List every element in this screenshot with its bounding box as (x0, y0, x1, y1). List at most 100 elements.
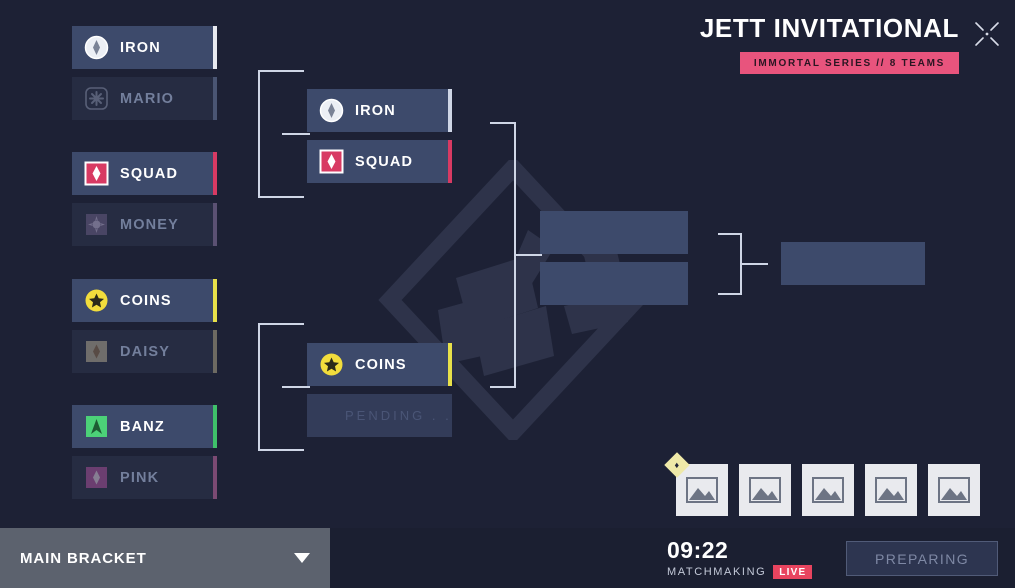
timer-status-label: MATCHMAKING (667, 566, 767, 579)
match-final (781, 242, 925, 285)
money-logo (84, 212, 109, 237)
timer-value: 09:22 (667, 537, 729, 563)
bracket-slot-empty[interactable] (540, 262, 688, 305)
slot-accent (213, 456, 217, 499)
slot-accent (213, 279, 217, 322)
slot-accent (448, 343, 452, 386)
mario-logo (84, 86, 109, 111)
timer-status-row: MATCHMAKING LIVE (667, 565, 813, 580)
bracket-slot[interactable]: SQUAD 13 (72, 152, 217, 195)
thumbnail-4[interactable] (865, 464, 917, 516)
thumbnail-badge-glyph: ♦ (674, 459, 680, 470)
connector (282, 386, 310, 388)
image-placeholder-icon (812, 477, 844, 503)
bracket-slot[interactable]: DAISY 10 (72, 330, 217, 373)
slot-gap (72, 322, 217, 330)
connector (258, 70, 260, 197)
slot-accent (448, 89, 452, 132)
team-name: IRON (120, 39, 161, 56)
match-qf-4: BANZ 11 PINK 11 (72, 405, 217, 499)
connector (718, 233, 742, 235)
pink-logo (84, 465, 109, 490)
team-name: SQUAD (355, 153, 414, 170)
iron-logo (319, 98, 344, 123)
bracket-slot[interactable]: IRON 13 (72, 26, 217, 69)
banz-logo (84, 414, 109, 439)
preparing-button[interactable]: PREPARING (846, 541, 998, 576)
team-name: MONEY (120, 216, 179, 233)
bracket-slot[interactable]: PINK 11 (72, 456, 217, 499)
connector (718, 293, 742, 295)
bottom-bar: MAIN BRACKET 09:22 MATCHMAKING LIVE PREP… (0, 528, 1015, 588)
thumbnail-3[interactable] (802, 464, 854, 516)
expand-icon[interactable] (973, 20, 1001, 48)
bracket-slot[interactable]: IRON (307, 89, 452, 132)
coins-logo (84, 288, 109, 313)
connector (258, 70, 304, 72)
connector (258, 323, 304, 325)
match-qf-2: SQUAD 13 (72, 152, 217, 246)
bracket-slot-empty[interactable] (781, 242, 925, 285)
bracket-slot-pending[interactable]: PENDING . . . (307, 394, 452, 437)
team-name: PINK (120, 469, 160, 486)
connector (740, 263, 768, 265)
coins-logo (319, 352, 344, 377)
slot-accent (448, 140, 452, 183)
slot-accent (213, 330, 217, 373)
team-name: MARIO (120, 90, 175, 107)
slot-gap (72, 448, 217, 456)
thumbnail-strip: ♦ (664, 452, 980, 516)
thumbnail-5[interactable] (928, 464, 980, 516)
connector (490, 122, 516, 124)
slot-gap (72, 69, 217, 77)
bracket-slot[interactable]: MONEY 4 (72, 203, 217, 246)
bracket-select-label: MAIN BRACKET (20, 549, 147, 567)
bracket-slot[interactable]: BANZ 11 (72, 405, 217, 448)
team-name: IRON (355, 102, 396, 119)
slot-accent (213, 26, 217, 69)
tournament-title: JETT INVITATIONAL (699, 13, 959, 43)
thumbnail-2[interactable] (739, 464, 791, 516)
connector (514, 254, 542, 256)
slot-gap (540, 254, 688, 262)
squad-logo (319, 149, 344, 174)
team-name: COINS (355, 356, 407, 373)
image-placeholder-icon (749, 477, 781, 503)
slot-accent (213, 203, 217, 246)
match-final-four (540, 211, 688, 305)
thumbnail-1[interactable]: ♦ (664, 452, 728, 516)
bracket-slot[interactable]: MARIO 2 (72, 77, 217, 120)
daisy-logo (84, 339, 109, 364)
live-status-badge: LIVE (773, 565, 813, 580)
team-name: COINS (120, 292, 172, 309)
image-placeholder-icon (875, 477, 907, 503)
squad-logo (84, 161, 109, 186)
match-qf-3: COINS 13 DAISY 10 (72, 279, 217, 373)
bracket-slot-empty[interactable] (540, 211, 688, 254)
iron-logo (84, 35, 109, 60)
bracket-slot[interactable]: COINS (307, 343, 452, 386)
slot-gap (307, 132, 452, 140)
slot-gap (307, 386, 452, 394)
connector (258, 449, 304, 451)
team-name: DAISY (120, 343, 171, 360)
bracket-slot[interactable]: COINS 13 (72, 279, 217, 322)
match-qf-1: IRON 13 MARIO 2 (72, 26, 217, 120)
match-sf-1: IRON SQUAD (307, 89, 452, 183)
tournament-header: JETT INVITATIONAL IMMORTAL SERIES // 8 T… (700, 14, 1001, 74)
header-texts: JETT INVITATIONAL IMMORTAL SERIES // 8 T… (700, 14, 959, 74)
bracket-screen: JETT INVITATIONAL IMMORTAL SERIES // 8 T… (0, 0, 1015, 588)
connector (258, 323, 260, 449)
chevron-down-icon (294, 553, 310, 563)
bracket-select-dropdown[interactable]: MAIN BRACKET (0, 528, 330, 588)
bracket-slot[interactable]: SQUAD (307, 140, 452, 183)
matchmaking-timer: 09:22 MATCHMAKING LIVE (667, 537, 813, 580)
connector (258, 196, 304, 198)
match-sf-2: COINS PENDING . . . (307, 343, 452, 437)
connector (490, 386, 516, 388)
image-placeholder-icon (938, 477, 970, 503)
image-placeholder-icon (686, 477, 718, 503)
slot-accent (213, 152, 217, 195)
pending-label: PENDING . . . (345, 408, 452, 423)
team-name: SQUAD (120, 165, 179, 182)
